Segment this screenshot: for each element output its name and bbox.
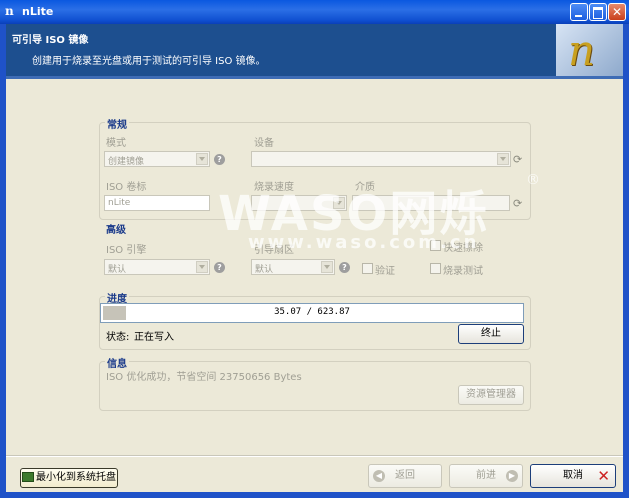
iso-engine-value: 默认: [108, 265, 127, 275]
minimize-button[interactable]: [570, 3, 588, 21]
progress-bar: 35.07 / 623.87: [100, 303, 524, 323]
cancel-button[interactable]: 取消 ✕: [530, 464, 616, 488]
burn-speed-label: 烧录速度: [254, 182, 294, 193]
page-title: 可引导 ISO 镜像: [12, 35, 89, 46]
mode-label: 模式: [106, 138, 126, 149]
iso-label-input[interactable]: nLite: [104, 195, 210, 211]
window-frame-bottom: [0, 492, 629, 498]
media-label: 介质: [355, 182, 375, 193]
iso-engine-label: ISO 引擎: [106, 245, 147, 256]
nlite-logo: n: [556, 24, 623, 76]
quick-erase-checkbox[interactable]: [430, 240, 441, 251]
next-button[interactable]: 前进 ▶: [449, 464, 523, 488]
maximize-button[interactable]: [589, 3, 607, 21]
burn-speed-select[interactable]: [251, 195, 347, 211]
boot-sector-label: 引导扇区: [254, 245, 294, 256]
footer-divider-highlight: [6, 456, 623, 457]
back-button[interactable]: ◀ 返回: [368, 464, 442, 488]
quick-erase-label: 快速擦除: [443, 243, 483, 254]
status-label: 状态:: [106, 332, 130, 343]
burn-test-label: 烧录测试: [443, 266, 483, 277]
info-text: ISO 优化成功，节省空间 23750656 Bytes: [106, 372, 302, 383]
close-button[interactable]: ✕: [608, 3, 626, 21]
burn-test-checkbox[interactable]: [430, 263, 441, 274]
device-select[interactable]: [251, 151, 511, 167]
help-icon[interactable]: ?: [214, 154, 225, 165]
verify-checkbox[interactable]: [362, 263, 373, 274]
chevron-down-icon: [196, 153, 208, 165]
abort-button[interactable]: 终止: [458, 324, 524, 344]
title-bar[interactable]: n nLite ✕: [0, 0, 629, 24]
boot-sector-select[interactable]: 默认: [251, 259, 335, 275]
explorer-button[interactable]: 资源管理器: [458, 385, 524, 405]
nlite-app-icon: n: [5, 4, 14, 18]
help-icon[interactable]: ?: [339, 262, 350, 273]
back-button-label: 返回: [395, 470, 415, 481]
minimize-to-tray-label: 最小化到系统托盘: [36, 472, 116, 483]
refresh-media-icon[interactable]: ⟳: [513, 197, 522, 210]
next-button-label: 前进: [476, 470, 496, 481]
arrow-left-icon: ◀: [373, 470, 385, 482]
mode-select-value: 创建镜像: [108, 157, 145, 167]
arrow-right-icon: ▶: [506, 470, 518, 482]
boot-sector-value: 默认: [255, 265, 274, 275]
iso-engine-select[interactable]: 默认: [104, 259, 210, 275]
window-title: nLite: [22, 5, 54, 18]
mode-select[interactable]: 创建镜像: [104, 151, 210, 167]
help-icon[interactable]: ?: [214, 262, 225, 273]
chevron-down-icon: [321, 261, 333, 273]
refresh-devices-icon[interactable]: ⟳: [513, 153, 522, 166]
nlite-window: n nLite ✕ 可引导 ISO 镜像 创建用于烧录至光盘或用于测试的可引导 …: [0, 0, 629, 498]
cancel-button-label: 取消: [563, 470, 583, 481]
minimize-to-tray-button[interactable]: 最小化到系统托盘: [20, 468, 118, 488]
verify-label: 验证: [375, 266, 395, 277]
page-header: 可引导 ISO 镜像 创建用于烧录至光盘或用于测试的可引导 ISO 镜像。 n: [6, 24, 623, 76]
chevron-down-icon: [497, 153, 509, 165]
window-frame-right: [623, 24, 629, 498]
progress-text: 35.07 / 623.87: [274, 307, 350, 317]
status-value: 正在写入: [134, 332, 174, 343]
nlite-logo-icon: n: [568, 26, 596, 75]
device-label: 设备: [254, 138, 274, 149]
chevron-down-icon: [196, 261, 208, 273]
iso-label-label: ISO 卷标: [106, 182, 147, 193]
page-subtitle: 创建用于烧录至光盘或用于测试的可引导 ISO 镜像。: [32, 56, 266, 67]
general-group-title: 常规: [105, 116, 129, 131]
tray-icon: [22, 472, 34, 482]
close-icon: ✕: [611, 5, 623, 19]
chevron-down-icon: [333, 197, 345, 209]
advanced-group-title: 高级: [104, 221, 128, 236]
media-field[interactable]: [352, 195, 510, 211]
iso-label-value: nLite: [108, 198, 131, 208]
cancel-x-icon: ✕: [597, 467, 610, 485]
